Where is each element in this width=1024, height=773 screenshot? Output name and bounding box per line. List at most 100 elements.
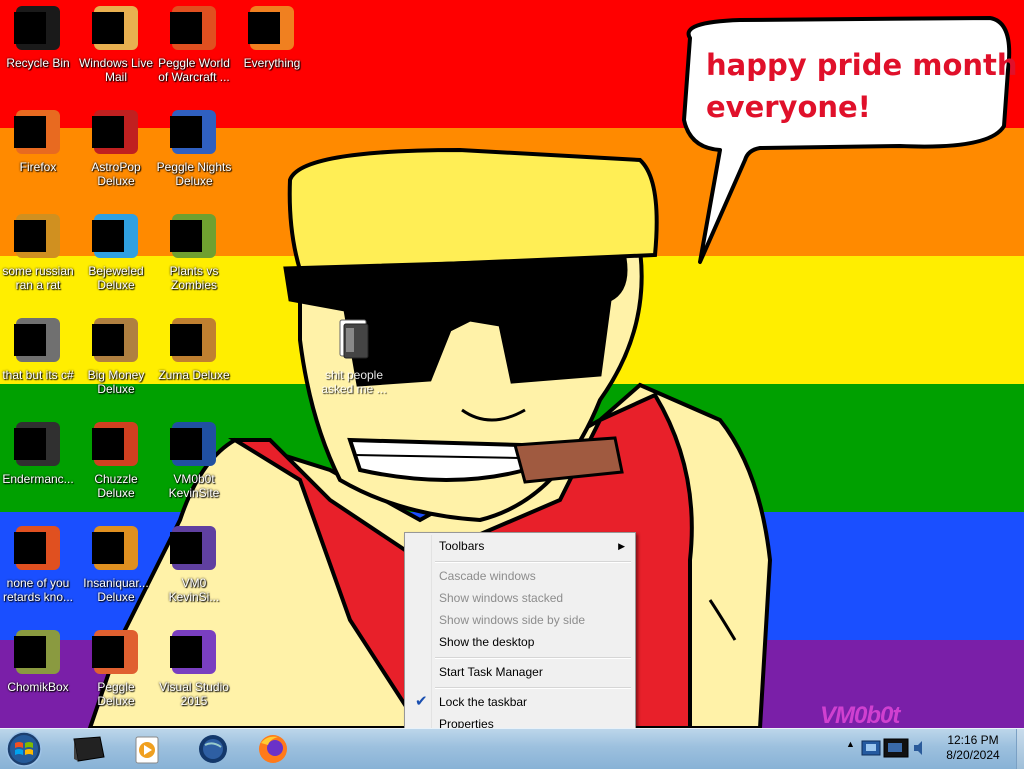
redaction-box (248, 12, 280, 44)
speech-line-2: everyone! (706, 90, 871, 124)
taskbar-context-menu: Toolbars ▶ Cascade windows Show windows … (404, 532, 636, 738)
desktop-icon-label: VM0b0t KevinSite (168, 472, 220, 500)
clock[interactable]: 12:16 PM 8/20/2024 (930, 733, 1016, 763)
folder-icon (336, 316, 372, 360)
menu-item-start-task-manager[interactable]: Start Task Manager (407, 661, 633, 683)
desktop-icon[interactable]: Peggle World of Warcraft ... (156, 4, 232, 84)
menu-item-show-windows-side-by-side: Show windows side by side (439, 613, 586, 627)
clock-date: 8/20/2024 (946, 748, 1000, 762)
desktop-icon[interactable]: Peggle Deluxe (78, 628, 154, 708)
menu-item-toolbars[interactable]: Toolbars ▶ (407, 535, 633, 557)
desktop-icon[interactable]: Windows Live Mail (78, 4, 154, 84)
taskbar-browser[interactable] (184, 731, 242, 767)
redaction-box (170, 116, 202, 148)
desktop-icon[interactable]: that but its c# (0, 316, 76, 382)
desktop-icon-label: Windows Live Mail (78, 56, 154, 84)
magnifier-icon (248, 4, 296, 52)
desktop-icon[interactable]: some russian ran a rat (0, 212, 76, 292)
desktop-icon[interactable]: Recycle Bin (0, 4, 76, 70)
orange-circle-icon (14, 524, 62, 572)
redaction-box (92, 116, 124, 148)
redaction-box (14, 428, 46, 460)
show-hidden-icons-arrow[interactable]: ▲ (846, 739, 855, 749)
peggle-nights-icon (170, 108, 218, 156)
redaction-box (14, 116, 46, 148)
desktop-icon[interactable]: Chuzzle Deluxe (78, 420, 154, 500)
speech-line-1: happy pride month (706, 48, 1018, 82)
desktop-icon-label: Endermanc... (2, 472, 74, 486)
show-desktop-button[interactable] (1016, 729, 1024, 769)
redaction-box (92, 220, 124, 252)
redaction-box (92, 12, 124, 44)
desktop-icon-label: Chuzzle Deluxe (94, 472, 138, 500)
desktop-icon-label: Peggle World of Warcraft ... (158, 56, 230, 84)
desktop-icon[interactable]: Endermanc... (0, 420, 76, 486)
desktop-icon[interactable]: Firefox (0, 108, 76, 174)
taskbar-vm-app[interactable] (60, 731, 118, 767)
desktop-icon[interactable]: AstroPop Deluxe (78, 108, 154, 188)
desktop-icon-label: Everything (243, 56, 301, 70)
visual-studio-icon (170, 628, 218, 676)
document-icon (14, 212, 62, 260)
redaction-box (170, 532, 202, 564)
desktop-icon[interactable]: VM0b0t KevinSite (156, 420, 232, 500)
desktop-icon[interactable]: Visual Studio 2015 (156, 628, 232, 708)
menu-separator (435, 687, 631, 689)
hamster-icon (14, 628, 62, 676)
desktop-icon[interactable]: Everything (234, 4, 310, 70)
desktop-icon[interactable]: ChomikBox (0, 628, 76, 694)
drawing-mouth (347, 437, 528, 482)
desktop-icon-label: Zuma Deluxe (158, 368, 230, 382)
taskbar-firefox[interactable] (244, 731, 302, 767)
redaction-box (92, 636, 124, 668)
menu-item-lock-the-taskbar[interactable]: ✔ Lock the taskbar (407, 691, 633, 713)
redaction-box (14, 12, 46, 44)
desktop-icon-label: Firefox (19, 160, 57, 174)
menu-separator (435, 657, 631, 659)
redaction-box (170, 428, 202, 460)
desktop-icon[interactable]: Zuma Deluxe (156, 316, 232, 382)
desktop-icon[interactable]: none of you retards kno... (0, 524, 76, 604)
redaction-box (92, 428, 124, 460)
taskbar-media-player[interactable] (120, 731, 178, 767)
money-bag-icon (92, 316, 140, 364)
fish-icon (92, 524, 140, 572)
desktop-folder-label: shit people asked me ... (321, 368, 387, 396)
desktop-icon[interactable]: Peggle Nights Deluxe (156, 108, 232, 188)
astropop-icon (92, 108, 140, 156)
desktop-icon-label: that but its c# (2, 368, 74, 382)
menu-item-show-the-desktop[interactable]: Show the desktop (407, 631, 633, 653)
desktop-icon-label: VM0 KevinSi... (168, 576, 220, 604)
desktop-icon[interactable]: Plants vs Zombies (156, 212, 232, 292)
artist-watermark: VM0b0t (820, 702, 900, 728)
menu-separator (435, 561, 631, 563)
desktop-icon-label: ChomikBox (7, 680, 69, 694)
media-player-icon (135, 736, 159, 764)
desktop-icon[interactable]: VM0 KevinSi... (156, 524, 232, 604)
desktop-icon-label: none of you retards kno... (2, 576, 74, 604)
frog-icon (170, 316, 218, 364)
terminal-icon (14, 420, 62, 468)
taskbar[interactable]: ▲ 12:16 PM 8/20/2024 (0, 728, 1024, 769)
redaction-box (170, 636, 202, 668)
desktop-icon[interactable]: Bejeweled Deluxe (78, 212, 154, 292)
redaction-box (14, 324, 46, 356)
firefox-icon (14, 108, 62, 156)
drawing-hat (287, 147, 659, 273)
desktop-icon-label: Bejeweled Deluxe (88, 264, 144, 292)
desktop-icon[interactable]: Big Money Deluxe (78, 316, 154, 396)
desktop-icon-label: Insaniquar... Deluxe (83, 576, 149, 604)
tray-icons[interactable] (860, 735, 926, 763)
redaction-box (170, 12, 202, 44)
submenu-arrow-icon: ▶ (618, 541, 625, 551)
desktop-folder[interactable]: shit people asked me ... (316, 316, 392, 396)
desktop-icon-label: Peggle Nights Deluxe (156, 160, 232, 188)
start-button[interactable] (4, 730, 44, 768)
envelope-icon (92, 4, 140, 52)
redaction-box (92, 532, 124, 564)
desktop-icon[interactable]: Insaniquar... Deluxe (78, 524, 154, 604)
menu-item-cascade-windows: Cascade windows (439, 569, 536, 583)
redaction-box (14, 220, 46, 252)
site-icon (170, 420, 218, 468)
peggle-deluxe-icon (92, 628, 140, 676)
